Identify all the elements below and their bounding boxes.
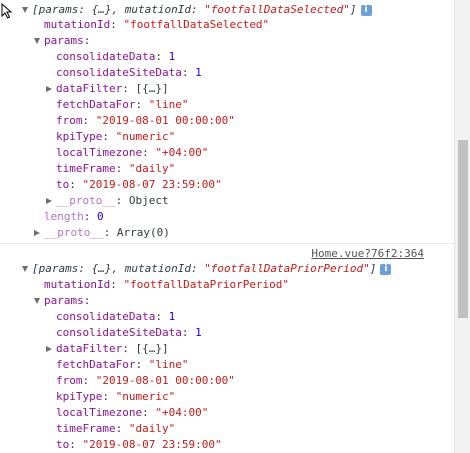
triangle-right-icon[interactable]	[46, 198, 52, 204]
params-key: params	[44, 34, 84, 47]
log-entry-summary[interactable]: [params: {…}, mutationId: "footfallDataS…	[22, 2, 372, 18]
info-badge-icon[interactable]: i	[380, 263, 392, 275]
param-time-frame: timeFrame: "daily"	[56, 162, 176, 175]
source-link[interactable]: Home.vue?76f2:364	[311, 246, 424, 262]
summary-prefix: [params: {…}, mutationId:	[32, 3, 205, 16]
summary-suffix: ]	[349, 3, 357, 16]
triangle-down-icon[interactable]	[22, 7, 28, 13]
param-time-frame: timeFrame: "daily"	[56, 422, 176, 435]
summary-mutation-id: "footfallDataSelected"	[204, 3, 350, 16]
params-row[interactable]: params:	[34, 33, 90, 49]
scrollbar-thumb[interactable]	[458, 140, 468, 318]
vertical-scrollbar[interactable]	[454, 0, 470, 453]
params-row[interactable]: params:	[34, 293, 90, 309]
param-data-filter[interactable]: dataFilter: [{…}]	[46, 341, 169, 357]
params-proto-row[interactable]: __proto__: Object	[46, 193, 169, 209]
triangle-down-icon[interactable]	[34, 38, 40, 44]
array-proto-row[interactable]: __proto__: Array(0)	[34, 225, 170, 241]
triangle-right-icon[interactable]	[46, 346, 52, 352]
mutation-id-value: "footfallDataSelected"	[123, 18, 270, 31]
mutation-id-key: mutationId	[44, 278, 111, 291]
param-from: from: "2019-08-01 00:00:00"	[56, 374, 235, 387]
param-data-filter[interactable]: dataFilter: [{…}]	[46, 81, 169, 97]
param-kpi-type: kpiType: "numeric"	[56, 130, 176, 143]
log-entry-summary[interactable]: [params: {…}, mutationId: "footfallDataP…	[22, 261, 392, 277]
log-divider	[0, 243, 454, 244]
param-local-timezone: localTimezone: "+04:00"	[56, 146, 209, 159]
devtools-console: [params: {…}, mutationId: "footfallDataS…	[0, 0, 454, 453]
triangle-right-icon[interactable]	[46, 86, 52, 92]
triangle-down-icon[interactable]	[34, 298, 40, 304]
mutation-id-row: mutationId: "footfallDataPriorPeriod"	[44, 278, 290, 291]
triangle-down-icon[interactable]	[22, 266, 28, 272]
array-length-row: length: 0	[44, 210, 104, 223]
params-key: params	[44, 294, 84, 307]
triangle-right-icon[interactable]	[34, 230, 40, 236]
param-consolidate-site-data: consolidateSiteData: 1	[56, 66, 202, 79]
param-consolidate-data: consolidateData: 1	[56, 310, 176, 323]
mutation-id-key: mutationId	[44, 18, 111, 31]
param-local-timezone: localTimezone: "+04:00"	[56, 406, 209, 419]
mutation-id-value: "footfallDataPriorPeriod"	[123, 278, 290, 291]
param-consolidate-site-data: consolidateSiteData: 1	[56, 326, 202, 339]
param-to: to: "2019-08-07 23:59:00"	[56, 178, 222, 191]
mutation-id-row: mutationId: "footfallDataSelected"	[44, 18, 270, 31]
param-kpi-type: kpiType: "numeric"	[56, 390, 176, 403]
info-badge-icon[interactable]: i	[360, 4, 372, 16]
summary-mutation-id: "footfallDataPriorPeriod"	[204, 262, 370, 275]
param-to: to: "2019-08-07 23:59:00"	[56, 438, 222, 451]
mouse-pointer-icon	[1, 3, 13, 19]
summary-prefix: [params: {…}, mutationId:	[32, 262, 205, 275]
param-from: from: "2019-08-01 00:00:00"	[56, 114, 235, 127]
param-fetch-data-for: fetchDataFor: "line"	[56, 98, 189, 111]
param-consolidate-data: consolidateData: 1	[56, 50, 176, 63]
summary-suffix: ]	[369, 262, 377, 275]
param-fetch-data-for: fetchDataFor: "line"	[56, 358, 189, 371]
